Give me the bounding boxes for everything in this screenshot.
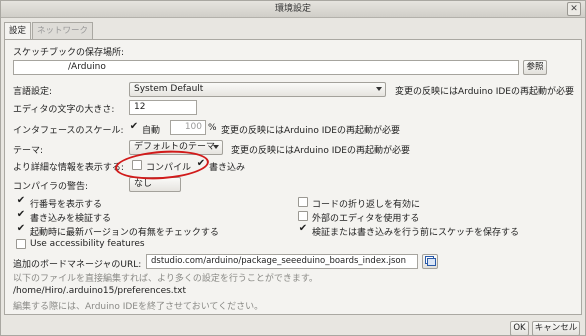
language-select-value: System Default (134, 84, 204, 94)
option-checkbox-external-editor[interactable] (298, 211, 308, 221)
interface-scale-label: インタフェースのスケール: (13, 126, 124, 136)
chevron-down-icon (376, 87, 382, 91)
theme-label: テーマ: (13, 146, 44, 156)
language-label: 言語設定: (13, 87, 53, 97)
option-label-line-numbers: 行番号を表示する (30, 200, 103, 210)
option-checkbox-verify-upload[interactable]: ✔ (16, 210, 26, 221)
compiler-warnings-label: コンパイラの警告: (13, 182, 89, 192)
preferences-window: 環境設定 ✕ 設定 ネットワーク スケッチブックの保存場所: /Arduino … (0, 0, 586, 336)
scale-percent-field[interactable]: 100 (170, 120, 206, 135)
sketchbook-path-field[interactable]: /Arduino (13, 60, 519, 75)
settings-panel: スケッチブックの保存場所: /Arduino 参照 言語設定: System D… (4, 39, 582, 315)
option-label-code-folding: コードの折り返しを有効に (312, 200, 421, 210)
ok-button[interactable]: OK (510, 321, 529, 336)
window-icon (424, 256, 436, 266)
theme-restart-note: 変更の反映にはArduino IDEの再起動が必要 (231, 146, 410, 156)
option-checkbox-code-folding[interactable] (298, 197, 308, 207)
verbose-label: より詳細な情報を表示する: (13, 163, 124, 173)
option-checkbox-line-numbers[interactable]: ✔ (16, 196, 26, 207)
tab-bar: 設定 ネットワーク (4, 22, 94, 41)
scale-restart-note: 変更の反映にはArduino IDEの再起動が必要 (221, 126, 400, 136)
prefs-info-text: 以下のファイルを直接編集すれば、より多くの設定を行うことができます。 (13, 274, 318, 284)
cancel-button[interactable]: キャンセル (532, 321, 580, 336)
option-checkbox-save-before-verify[interactable]: ✔ (298, 224, 308, 235)
option-label-save-before-verify: 検証または書き込みを行う前にスケッチを保存する (312, 228, 520, 238)
board-manager-url-field[interactable]: dstudio.com/arduino/package_seeeduino_bo… (146, 254, 418, 269)
window-title: 環境設定 (274, 4, 311, 14)
option-label-external-editor: 外部のエディタを使用する (312, 214, 420, 224)
close-icon: ✕ (570, 4, 578, 14)
scale-unit: % (208, 123, 217, 133)
option-checkbox-check-updates[interactable]: ✔ (16, 224, 26, 235)
option-label-check-updates: 起動時に最新バージョンの有無をチェックする (30, 228, 219, 238)
language-select[interactable]: System Default (129, 82, 386, 97)
board-manager-edit-button[interactable] (422, 254, 438, 269)
chevron-down-icon (213, 145, 219, 149)
editor-font-size-field[interactable]: 12 (129, 100, 197, 115)
option-checkbox-accessibility[interactable] (16, 239, 26, 249)
prefs-file-path: /home/Hiro/.arduino15/preferences.txt (13, 286, 187, 296)
board-manager-label: 追加のボードマネージャのURL: (13, 260, 142, 270)
auto-scale-checkbox[interactable]: ✔ (129, 122, 139, 133)
close-button[interactable]: ✕ (567, 2, 581, 16)
prefs-edit-warning: 編集する際には、Arduino IDEを終了させておいてください。 (13, 302, 264, 312)
option-label-verify-upload: 書き込みを検証する (30, 214, 112, 224)
compiler-warnings-value: なし (134, 179, 153, 189)
auto-scale-label: 自動 (142, 126, 161, 136)
sketchbook-label: スケッチブックの保存場所: (13, 48, 125, 58)
title-bar: 環境設定 ✕ (1, 1, 585, 18)
tab-network[interactable]: ネットワーク (32, 22, 94, 40)
verbose-upload-label: 書き込み (209, 163, 246, 173)
browse-button[interactable]: 参照 (523, 60, 547, 75)
language-restart-note: 変更の反映にはArduino IDEの再起動が必要 (395, 87, 574, 97)
editor-font-label: エディタの文字の大きさ: (13, 105, 115, 115)
option-label-accessibility: Use accessibility features (30, 239, 145, 249)
